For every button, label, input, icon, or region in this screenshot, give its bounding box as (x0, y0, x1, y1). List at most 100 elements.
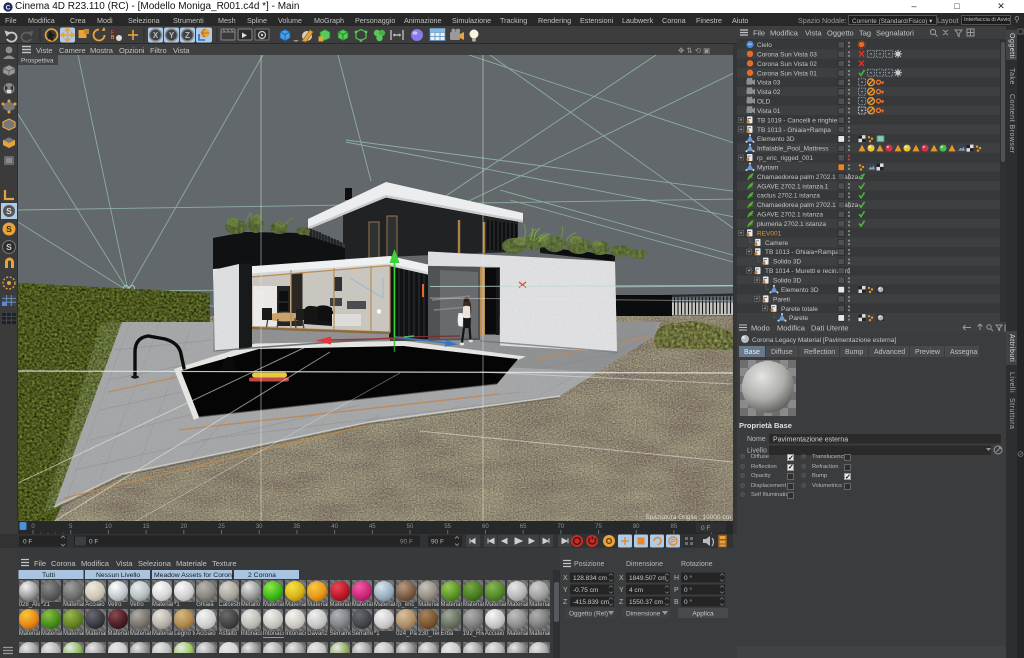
svg-text:Diffuse: Diffuse (771, 349, 793, 356)
svg-text:55: 55 (444, 524, 451, 530)
svg-text:80: 80 (633, 524, 640, 530)
svg-text:X: X (619, 575, 624, 582)
svg-text:30: 30 (256, 524, 263, 530)
svg-text:OLD: OLD (757, 99, 771, 106)
svg-text:45: 45 (369, 524, 376, 530)
svg-text:AGAVE 2702.1 istanza.1: AGAVE 2702.1 istanza.1 (757, 183, 829, 190)
svg-text:Corona Sun Vista 01: Corona Sun Vista 01 (757, 70, 817, 77)
svg-text:Assegna: Assegna (950, 349, 977, 356)
svg-text:Posizione: Posizione (574, 561, 604, 568)
svg-text:0 °: 0 ° (684, 574, 692, 582)
svg-text:Dimensione: Dimensione (626, 611, 661, 618)
svg-text:REV001: REV001 (757, 230, 782, 237)
svg-text:rp_eric_rigged_001: rp_eric_rigged_001 (757, 155, 813, 162)
svg-text:Y: Y (169, 31, 175, 40)
svg-text:Parete totale: Parete totale (781, 306, 818, 313)
svg-text:S: S (6, 242, 12, 252)
svg-text:Spaziatura Griglia : 10000 cm: Spaziatura Griglia : 10000 cm (645, 514, 731, 521)
svg-text:plumeria 2702.1 istanza: plumeria 2702.1 istanza (757, 221, 826, 228)
svg-text:Modifica: Modifica (81, 559, 110, 568)
svg-text:B: B (674, 599, 679, 606)
svg-text:Nome: Nome (747, 436, 766, 443)
svg-text:0 °: 0 ° (684, 586, 692, 594)
svg-text:Z: Z (563, 599, 568, 606)
svg-text:Meadow Assets for Corona: Meadow Assets for Corona (154, 572, 236, 579)
svg-text:5: 5 (69, 524, 73, 530)
svg-text:90 F: 90 F (431, 539, 444, 546)
svg-text:1849.507 cm: 1849.507 cm (629, 575, 667, 582)
svg-text:Proprietà Base: Proprietà Base (739, 421, 792, 430)
svg-text:Segnalatori: Segnalatori (876, 29, 914, 38)
svg-text:S: S (6, 224, 12, 234)
svg-text:0 F: 0 F (23, 539, 32, 546)
svg-text:TB 1014 - Muretti e recinzioni: TB 1014 - Muretti e recinzioni (765, 268, 850, 275)
svg-text:Elemento 3D: Elemento 3D (757, 136, 795, 143)
svg-text:Oggetto (Rel): Oggetto (Rel) (569, 611, 608, 618)
svg-text:Solido 3D: Solido 3D (773, 259, 801, 266)
svg-text:0 F: 0 F (701, 525, 710, 532)
svg-text:Texture: Texture (212, 559, 237, 568)
svg-text:75: 75 (595, 524, 602, 530)
svg-text:Corona Sun Vista 03: Corona Sun Vista 03 (757, 51, 817, 58)
svg-text:0: 0 (31, 524, 35, 530)
svg-text:0 °: 0 ° (684, 598, 692, 606)
svg-text:AGAVE 2702.1 istanza: AGAVE 2702.1 istanza (757, 212, 823, 219)
svg-text:1550.37 cm: 1550.37 cm (629, 599, 663, 606)
svg-text:15: 15 (143, 524, 150, 530)
svg-text:Corona: Corona (51, 559, 76, 568)
svg-text:Elemento 3D: Elemento 3D (781, 287, 819, 294)
svg-text:25: 25 (218, 524, 225, 530)
svg-text:65: 65 (520, 524, 527, 530)
svg-text:Z: Z (185, 31, 190, 40)
svg-text:Dati Utente: Dati Utente (811, 324, 849, 333)
svg-text:60: 60 (482, 524, 489, 530)
svg-text:4 cm: 4 cm (629, 587, 643, 594)
svg-text:-415.839 cm: -415.839 cm (573, 599, 609, 606)
svg-text:Corona Sun Vista 02: Corona Sun Vista 02 (757, 61, 817, 68)
svg-text:C: C (6, 4, 11, 11)
svg-text:TB 1013 - Ghiaia+Rampa: TB 1013 - Ghiaia+Rampa (765, 249, 839, 256)
svg-text:Vista: Vista (805, 29, 822, 38)
svg-text:Applica: Applica (692, 611, 714, 618)
svg-text:Dimensione: Dimensione (626, 561, 663, 568)
svg-text:128.834 cm: 128.834 cm (573, 575, 607, 582)
svg-text:85: 85 (671, 524, 678, 530)
svg-text:Modifica: Modifica (777, 324, 806, 333)
svg-text:90 F: 90 F (400, 539, 413, 546)
svg-text:Solido 3D: Solido 3D (773, 278, 801, 285)
svg-text:Advanced: Advanced (874, 349, 905, 356)
svg-text:Preview: Preview (915, 349, 941, 356)
svg-text:Pavimentazione esterna: Pavimentazione esterna (773, 437, 848, 444)
svg-text:Z: Z (619, 599, 624, 606)
svg-text:S: S (6, 206, 12, 216)
svg-text:Tutti: Tutti (42, 572, 55, 579)
svg-text:Oggetto: Oggetto (827, 29, 854, 38)
svg-text:X: X (153, 31, 159, 40)
svg-text:Prospettiva: Prospettiva (21, 58, 54, 65)
svg-text:Seleziona: Seleziona (138, 559, 172, 568)
svg-text:10: 10 (105, 524, 112, 530)
svg-text:Myriam: Myriam (757, 165, 778, 172)
svg-text:Materiale: Materiale (176, 559, 207, 568)
svg-text:40: 40 (331, 524, 338, 530)
svg-text:70: 70 (557, 524, 564, 530)
svg-text:Modo: Modo (751, 324, 770, 333)
svg-text:File: File (753, 29, 765, 38)
svg-text:Tag: Tag (859, 29, 871, 38)
svg-text:Pareti: Pareti (773, 296, 790, 303)
svg-text:Rotazione: Rotazione (681, 561, 713, 568)
svg-text:TB 1013 - Ghiaia+Rampa: TB 1013 - Ghiaia+Rampa (757, 127, 831, 134)
svg-text:P: P (674, 587, 679, 594)
svg-text:TB 1019 - Cancelli e ringhiera: TB 1019 - Cancelli e ringhiera (757, 117, 843, 124)
svg-text:Bump: Bump (845, 349, 863, 356)
svg-text:Vista: Vista (116, 559, 133, 568)
svg-text:Reflection: Reflection (804, 349, 835, 356)
svg-text:Corona Legacy Material [Pavime: Corona Legacy Material [Pavimentazione e… (752, 337, 896, 344)
svg-text:Vista 01: Vista 01 (757, 108, 781, 115)
svg-text:2 Corona: 2 Corona (248, 572, 276, 579)
svg-text:Y: Y (563, 587, 568, 594)
svg-text:0 F: 0 F (89, 539, 98, 546)
svg-text:Base: Base (744, 349, 760, 356)
svg-text:50: 50 (407, 524, 414, 530)
svg-text:Nessun Livello: Nessun Livello (96, 572, 140, 579)
